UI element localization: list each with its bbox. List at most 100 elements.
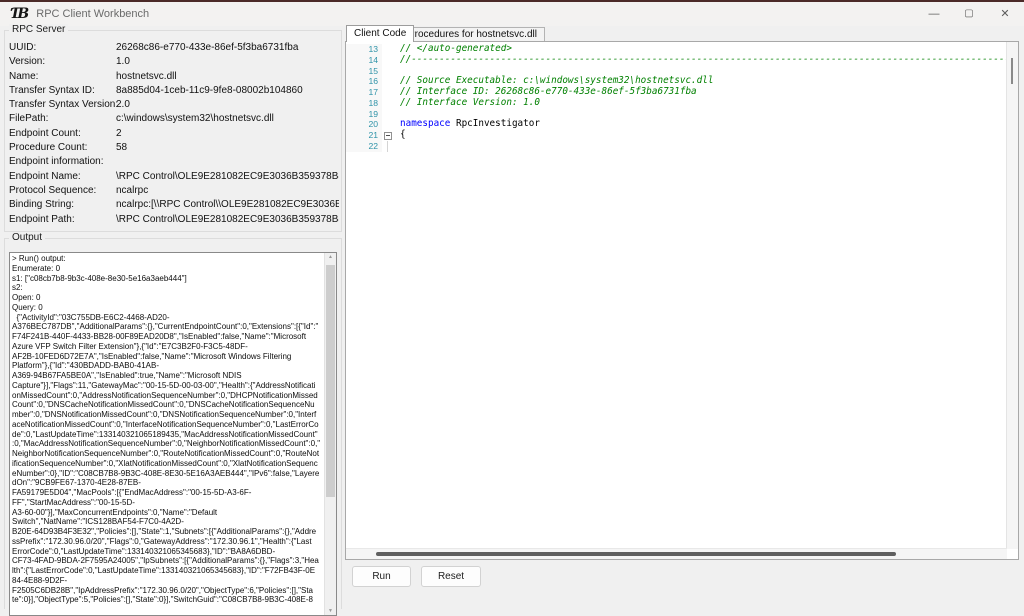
run-button[interactable]: Run [352, 566, 411, 587]
line-number: 18 [346, 98, 382, 109]
editor-vertical-scrollbar[interactable] [1006, 42, 1018, 549]
output-line: Azure VFP Switch Filter Extension"},{"Id… [12, 342, 324, 352]
output-line: Capture"}],"Flags":11,"GatewayMac":"00-1… [12, 381, 324, 391]
scroll-down-icon[interactable]: ▼ [325, 608, 336, 614]
output-line: A376BEC787DB","AdditionalParams":{},"Cur… [12, 322, 324, 332]
output-line: CF73-4FAD-9BDA-2F7595A24005","IpSubnets"… [12, 556, 324, 566]
tab-procedures[interactable]: Procedures for hostnetsvc.dll [400, 27, 545, 42]
field-value [116, 155, 339, 169]
field-row: Endpoint Path:\RPC Control\OLE9E281082EC… [9, 213, 339, 227]
field-row: Endpoint Count:2 [9, 127, 339, 141]
output-line: B20E-64D93B4F3E32","Policies":[],"State"… [12, 527, 324, 537]
field-label: Name: [9, 70, 116, 84]
code-line: 14 //------------------------------------… [346, 55, 1007, 66]
output-textbox[interactable]: > Run() output:Enumerate: 0s1: ["c08cb7b… [9, 252, 337, 616]
code-text: { [398, 130, 406, 141]
editor-vscroll-thumb[interactable] [1011, 58, 1013, 84]
field-row: UUID:26268c86-e770-433e-86ef-5f3ba6731fb… [9, 41, 339, 55]
fold-marker-icon[interactable] [382, 130, 394, 141]
line-number: 21 [346, 130, 382, 141]
output-line: s1: ["c08cb7b8-9b3c-408e-8e30-5e16a3aeb4… [12, 274, 324, 284]
output-groupbox: Output > Run() output:Enumerate: 0s1: ["… [4, 238, 342, 609]
window-title: RPC Client Workbench [36, 8, 149, 20]
fold-margin [382, 141, 394, 152]
code-lines: 13// </auto-generated>14//--------------… [346, 44, 1007, 549]
rpc-server-groupbox: RPC Server UUID:26268c86-e770-433e-86ef-… [4, 30, 342, 232]
code-line: 18 // Interface Version: 1.0 [346, 98, 1007, 109]
output-line: A3-60-00"}],"MaxConcurrentEndpoints":0,"… [12, 508, 324, 518]
output-text: > Run() output:Enumerate: 0s1: ["c08cb7b… [10, 253, 324, 615]
output-line: Query: 0 [12, 303, 324, 313]
field-row: Binding String:ncalrpc:[\\RPC Control\\O… [9, 198, 339, 212]
editor-horizontal-scrollbar[interactable] [346, 548, 1007, 559]
output-line: ificationSequenceNumber":0,"XlatNotifica… [12, 459, 324, 469]
fold-margin [382, 87, 394, 98]
field-label: Endpoint information: [9, 155, 116, 169]
line-number: 14 [346, 55, 382, 66]
output-line: ErrorCode":0,"LastUpdateTime":1331403210… [12, 547, 324, 557]
editor-hscroll-thumb[interactable] [376, 552, 896, 556]
field-label: Endpoint Count: [9, 127, 116, 141]
field-label: Protocol Sequence: [9, 184, 116, 198]
field-label: Endpoint Path: [9, 213, 116, 227]
fold-margin [382, 76, 394, 87]
code-text: // Interface Version: 1.0 [398, 98, 540, 109]
line-number: 22 [346, 141, 382, 152]
output-line: F74F241B-440F-4433-BB28-00F89EAD20D8","I… [12, 332, 324, 342]
output-line: Switch","NatName":"ICS128BAF54-F7C0-4A2D… [12, 517, 324, 527]
tab-client-code[interactable]: Client Code [346, 25, 414, 42]
line-number: 13 [346, 44, 382, 55]
output-line: dOn":"9CB9FE67-1370-4E28-87EB- [12, 478, 324, 488]
output-line: ssPrefix":"172.30.96.0/20","Flags":0,"Ga… [12, 537, 324, 547]
output-line: NeighborNotificationSequenceNumber":0,"R… [12, 449, 324, 459]
field-row: Name:hostnetsvc.dll [9, 70, 339, 84]
output-line: aceNotificationMissedCount":0,"Interface… [12, 420, 324, 430]
maximize-icon[interactable]: ▢ [951, 2, 987, 26]
output-scrollbar-thumb[interactable] [326, 265, 335, 497]
minimize-icon[interactable]: — [916, 2, 952, 26]
field-value: 2 [116, 127, 339, 141]
field-value: ncalrpc [116, 184, 339, 198]
output-line: Open: 0 [12, 293, 324, 303]
fold-margin [382, 119, 394, 130]
field-label: Transfer Syntax ID: [9, 84, 116, 98]
field-value: 26268c86-e770-433e-86ef-5f3ba6731fba [116, 41, 339, 55]
field-value: \RPC Control\OLE9E281082EC9E3036B359378B… [116, 170, 339, 184]
output-line: FA59179E5D04","MacPools":[{"EndMacAddres… [12, 488, 324, 498]
output-line: F2505C6DB28B","IpAddressPrefix":"172.30.… [12, 586, 324, 596]
output-line: de":0,"LastUpdateTime":13314032106518943… [12, 430, 324, 440]
field-label: Procedure Count: [9, 141, 116, 155]
code-line: 22 [346, 141, 1007, 152]
code-editor[interactable]: 13// </auto-generated>14//--------------… [345, 41, 1019, 560]
output-line: A369-94B67FA5BE0A","IsEnabled":true,"Nam… [12, 371, 324, 381]
field-label: Version: [9, 55, 116, 69]
output-title: Output [9, 232, 45, 243]
close-icon[interactable]: ✕ [987, 2, 1023, 26]
code-text: //--------------------------------------… [398, 55, 1007, 66]
field-value: ncalrpc:[\\RPC Control\\OLE9E281082EC9E3… [116, 198, 339, 212]
output-line: eNumber":0},"ID":"C08CB7B8-9B3C-408E-8E3… [12, 469, 324, 479]
app-logo-icon: ƬB [10, 7, 26, 21]
field-value: 1.0 [116, 55, 339, 69]
fold-margin [382, 109, 394, 120]
field-row: Protocol Sequence:ncalrpc [9, 184, 339, 198]
field-value: hostnetsvc.dll [116, 70, 339, 84]
reset-button[interactable]: Reset [421, 566, 481, 587]
output-scrollbar[interactable]: ▲ ▼ [324, 253, 336, 615]
line-number: 20 [346, 119, 382, 130]
output-line: mber":0,"DNSNotificationMissedCount":0,"… [12, 410, 324, 420]
scroll-up-icon[interactable]: ▲ [325, 254, 336, 260]
field-row: Transfer Syntax Version:2.0 [9, 98, 339, 112]
output-line: Count":0,"DNSCacheNotificationMissedCoun… [12, 400, 324, 410]
field-label: Binding String: [9, 198, 116, 212]
output-line: :0,"MacAddressNotificationSequenceNumber… [12, 439, 324, 449]
field-value: 8a885d04-1ceb-11c9-9fe8-08002b104860 [116, 84, 339, 98]
line-number: 16 [346, 76, 382, 87]
field-value: 2.0 [116, 98, 339, 112]
output-line: Enumerate: 0 [12, 264, 324, 274]
code-line: 21 { [346, 130, 1007, 141]
title-bar: ƬB RPC Client Workbench — ▢ ✕ [0, 2, 1024, 26]
output-line: 84-4E88-9D2F- [12, 576, 324, 586]
rpc-server-title: RPC Server [9, 24, 68, 35]
output-line: FF","StartMacAddress":"00-15-5D- [12, 498, 324, 508]
